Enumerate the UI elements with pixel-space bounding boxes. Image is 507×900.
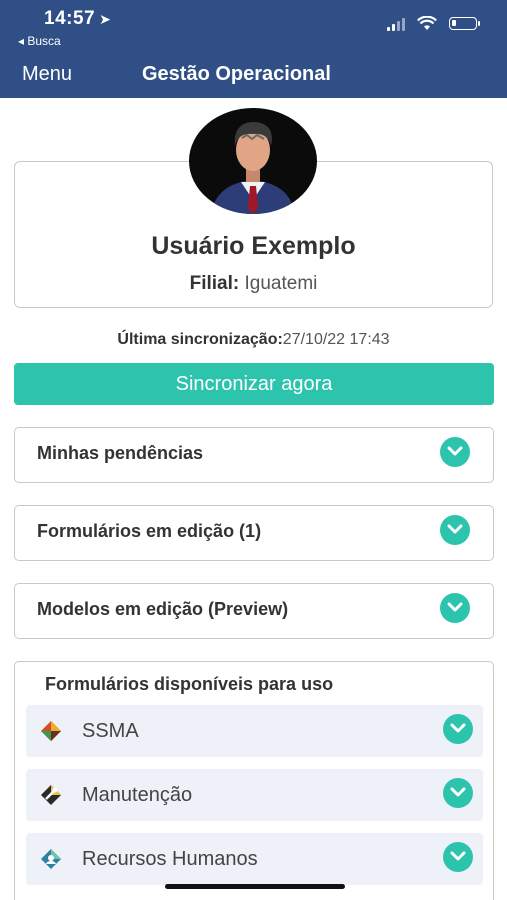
form-item-label: SSMA (82, 720, 139, 742)
section-label: Modelos em edição (Preview) (37, 599, 289, 619)
ssma-icon (41, 721, 61, 741)
user-avatar (189, 108, 317, 214)
branch-value: Iguatemi (244, 273, 318, 294)
branch-info: Filial: Iguatemi (0, 273, 507, 295)
form-item-human-resources[interactable]: Recursos Humanos (26, 833, 483, 885)
wifi-icon (417, 16, 437, 30)
form-item-maintenance[interactable]: Manutenção (26, 769, 483, 821)
form-item-label: Manutenção (82, 784, 193, 806)
chevron-down-icon[interactable] (443, 778, 473, 808)
chevron-down-icon[interactable] (440, 593, 470, 623)
sync-now-button[interactable]: Sincronizar agora (14, 363, 494, 405)
section-models-in-editing[interactable]: Modelos em edição (Preview) (14, 583, 494, 639)
section-forms-in-editing[interactable]: Formulários em edição (1) (14, 505, 494, 561)
status-indicators (387, 16, 480, 31)
form-item-label: Recursos Humanos (82, 848, 258, 870)
available-forms-title: Formulários disponíveis para uso (45, 674, 334, 694)
section-label: Formulários em edição (1) (37, 521, 262, 541)
form-item-ssma[interactable]: SSMA (26, 705, 483, 757)
status-bar: 14:57 ➤ ◂ Busca (0, 0, 507, 52)
chevron-down-icon[interactable] (440, 437, 470, 467)
hr-icon (41, 849, 61, 869)
battery-icon (449, 17, 480, 30)
status-time: 14:57 ➤ (44, 8, 111, 30)
menu-button[interactable]: Menu (22, 63, 72, 86)
available-forms-card: Formulários disponíveis para uso SSMA Ma… (14, 661, 494, 900)
last-sync-info: Última sincronização:27/10/22 17:43 (0, 331, 507, 349)
user-name: Usuário Exemplo (151, 232, 356, 260)
last-sync-value: 27/10/22 17:43 (282, 331, 390, 348)
chevron-down-icon[interactable] (440, 515, 470, 545)
status-time-text: 14:57 (44, 8, 96, 29)
maintenance-icon (41, 785, 61, 805)
chevron-down-icon[interactable] (443, 714, 473, 744)
home-indicator[interactable] (165, 884, 345, 889)
signal-icon (387, 17, 405, 31)
section-label: Minhas pendências (37, 443, 204, 463)
page-title: Gestão Operacional (142, 63, 331, 85)
nav-bar: Menu Gestão Operacional (0, 52, 507, 98)
last-sync-label: Última sincronização: (117, 331, 283, 348)
branch-label: Filial: (189, 273, 240, 294)
chevron-down-icon[interactable] (443, 842, 473, 872)
section-my-pending[interactable]: Minhas pendências (14, 427, 494, 483)
back-to-search-link[interactable]: ◂ Busca (18, 34, 61, 48)
location-arrow-icon: ➤ (99, 11, 112, 27)
